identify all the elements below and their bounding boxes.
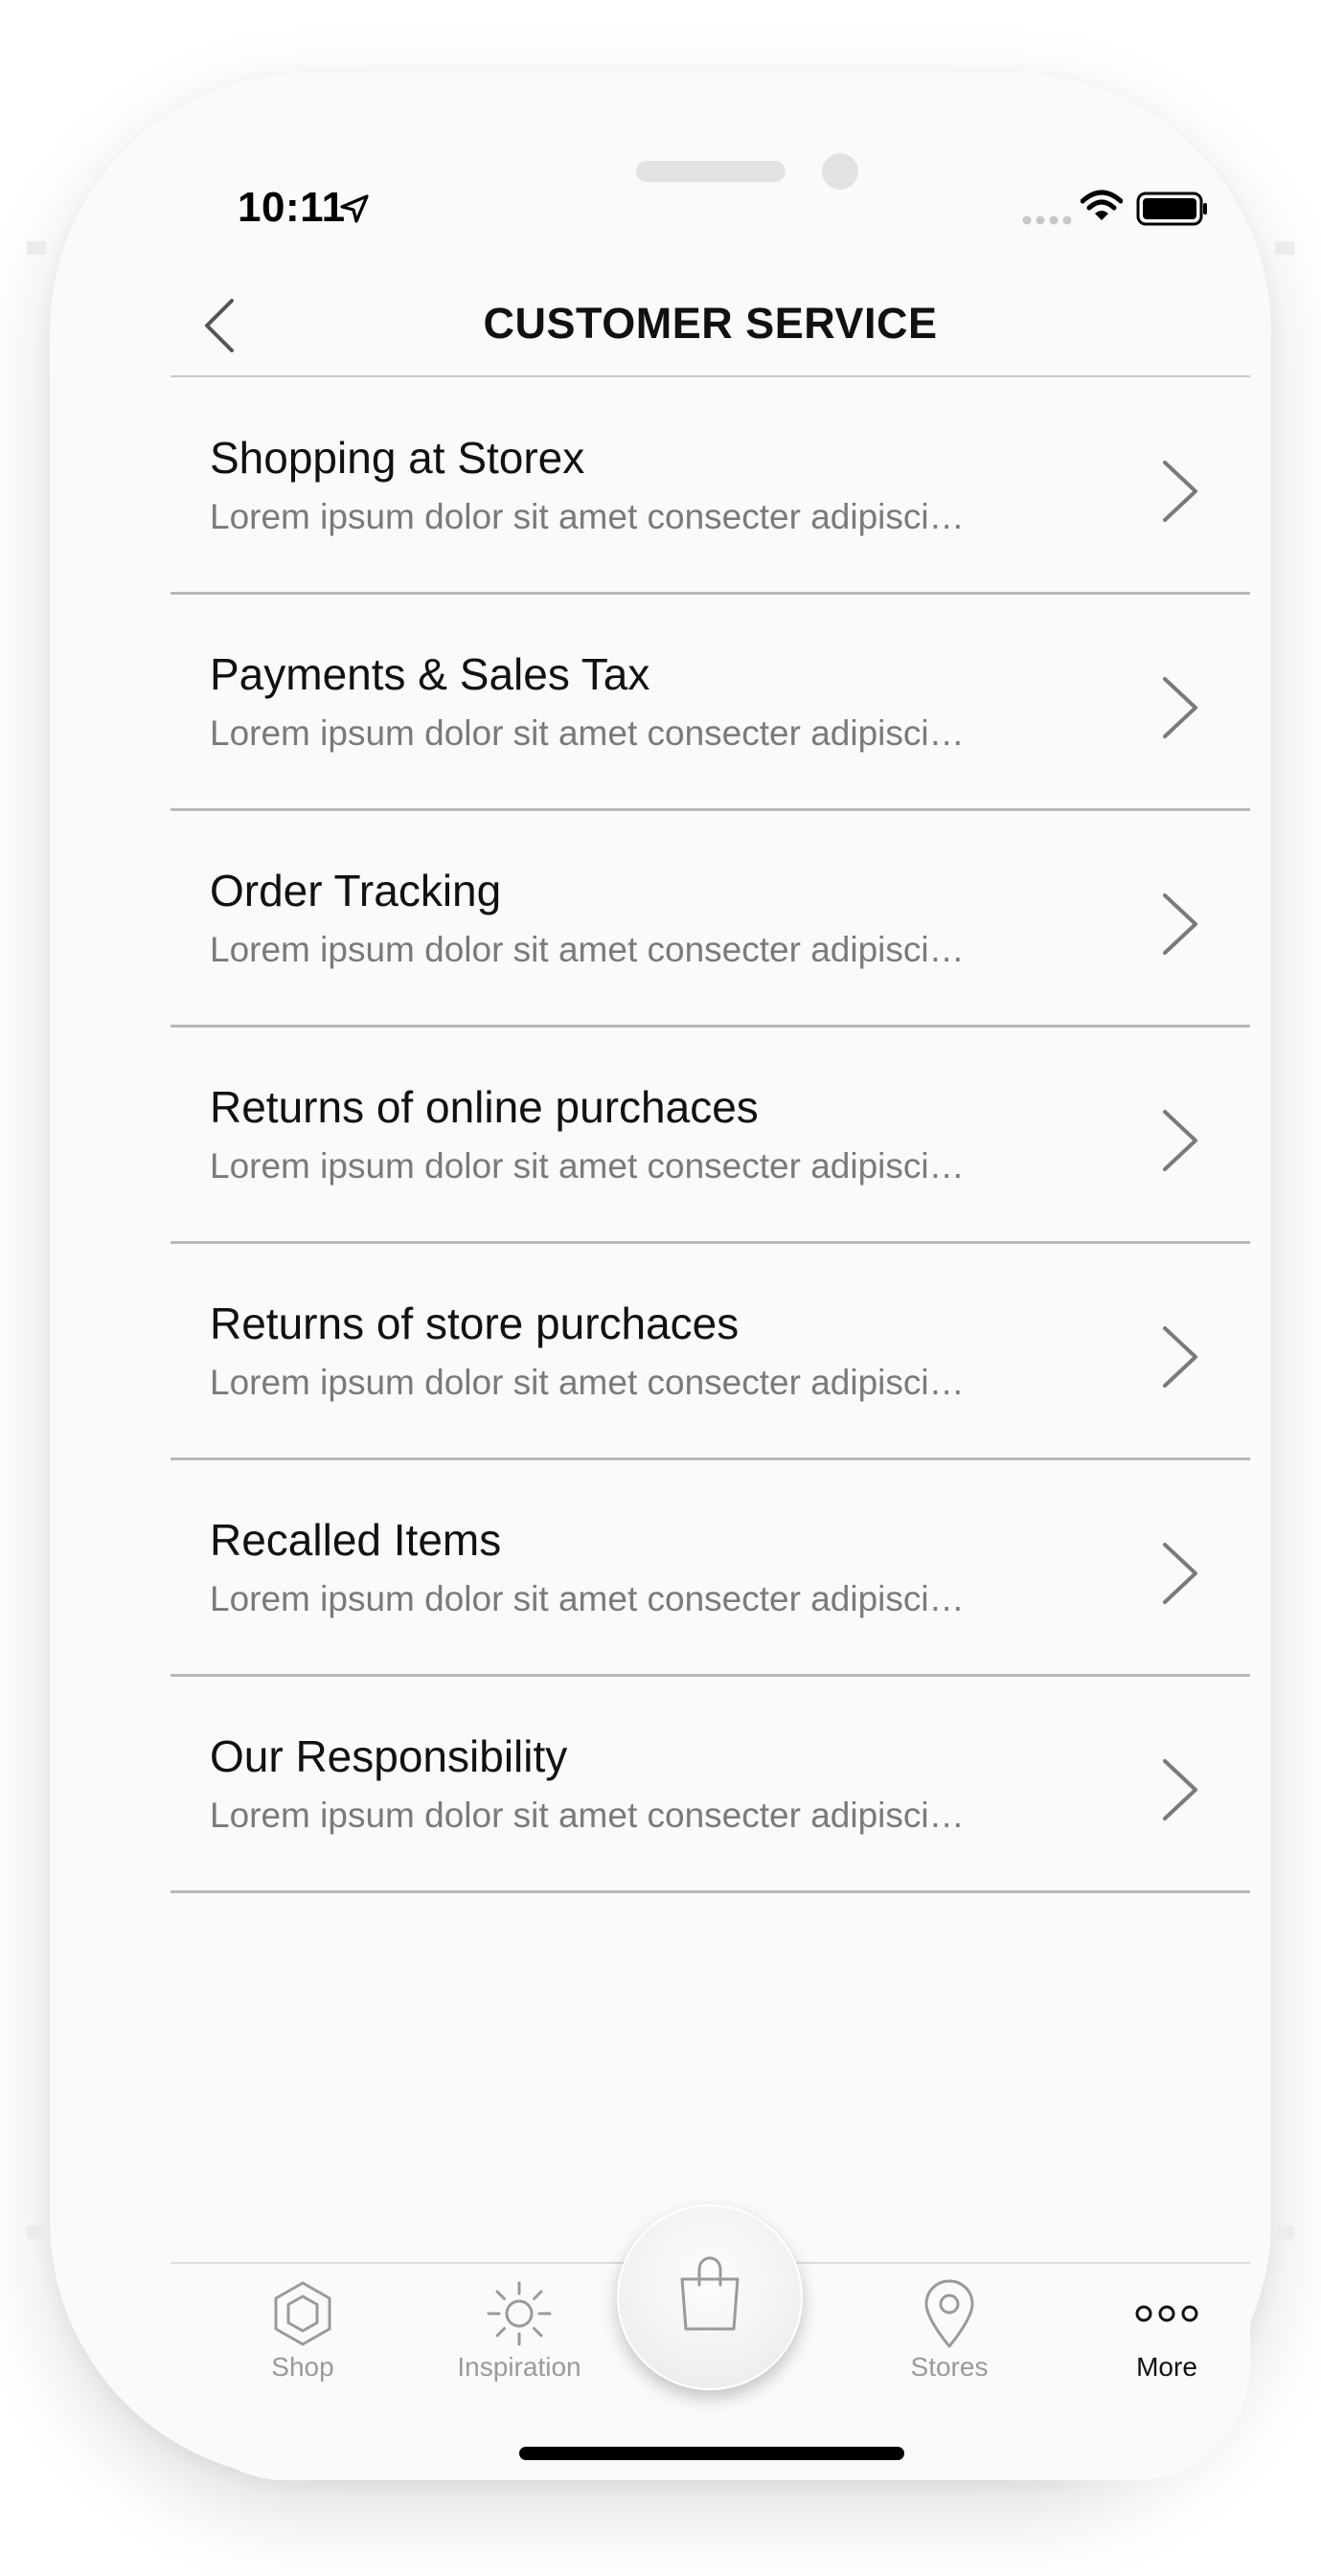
front-camera [822, 153, 858, 190]
chevron-right-icon [1163, 1543, 1197, 1604]
more-dots-icon [1135, 2305, 1198, 2322]
chevron-right-icon [1163, 1759, 1197, 1820]
wifi-icon [1081, 190, 1123, 220]
sun-icon [487, 2281, 552, 2346]
tab-label: Stores [910, 2352, 989, 2382]
navigation-bar: CUSTOMER SERVICE [171, 270, 1250, 377]
list-item[interactable]: Our Responsibility Lorem ipsum dolor sit… [171, 1677, 1250, 1893]
page-title: CUSTOMER SERVICE [483, 299, 938, 348]
tab-more[interactable]: More [1071, 2264, 1250, 2407]
customer-service-list: Shopping at Storex Lorem ipsum dolor sit… [171, 378, 1250, 1893]
list-item-subtitle: Lorem ipsum dolor sit amet consecter adi… [210, 1796, 965, 1835]
shopping-bag-icon [680, 2256, 740, 2331]
tab-label: More [1136, 2352, 1197, 2382]
location-arrow-icon [340, 194, 369, 223]
screen: 10:11 CUSTOMER SERVICE Shopping at Store… [171, 146, 1250, 2480]
list-item-subtitle: Lorem ipsum dolor sit amet consecter adi… [210, 1146, 965, 1186]
home-indicator[interactable] [519, 2447, 904, 2460]
list-item[interactable]: Order Tracking Lorem ipsum dolor sit ame… [171, 811, 1250, 1028]
list-item[interactable]: Payments & Sales Tax Lorem ipsum dolor s… [171, 595, 1250, 811]
list-item-title: Returns of online purchaces [210, 1082, 759, 1132]
list-item-title: Shopping at Storex [210, 433, 585, 483]
side-button-right-bottom [1275, 2226, 1294, 2239]
shopping-bag-button[interactable] [617, 2204, 803, 2390]
list-item[interactable]: Shopping at Storex Lorem ipsum dolor sit… [171, 378, 1250, 595]
location-pin-icon [924, 2279, 974, 2348]
chevron-right-icon [1163, 677, 1197, 738]
phone-frame: 10:11 CUSTOMER SERVICE Shopping at Store… [27, 73, 1294, 2480]
side-button-left-top [27, 241, 46, 255]
tab-shop[interactable]: Shop [207, 2264, 399, 2407]
list-item-subtitle: Lorem ipsum dolor sit amet consecter adi… [210, 713, 965, 753]
chevron-right-icon [1163, 893, 1197, 955]
cellular-signal-icon [1022, 215, 1072, 225]
side-button-left-bottom [27, 2226, 46, 2239]
list-item-subtitle: Lorem ipsum dolor sit amet consecter adi… [210, 497, 965, 536]
list-item-subtitle: Lorem ipsum dolor sit amet consecter adi… [210, 1363, 965, 1402]
list-item[interactable]: Returns of store purchaces Lorem ipsum d… [171, 1244, 1250, 1460]
side-button-right-top [1275, 241, 1294, 255]
list-item-title: Payments & Sales Tax [210, 649, 650, 699]
list-item-subtitle: Lorem ipsum dolor sit amet consecter adi… [210, 930, 965, 969]
battery-icon [1136, 192, 1207, 226]
tab-label: Shop [271, 2352, 334, 2382]
chevron-right-icon [1163, 1110, 1197, 1171]
tab-label: Inspiration [457, 2352, 581, 2382]
list-item-title: Our Responsibility [210, 1731, 568, 1781]
list-item-title: Recalled Items [210, 1515, 502, 1565]
chevron-right-icon [1163, 1326, 1197, 1388]
list-item-title: Returns of store purchaces [210, 1299, 740, 1348]
tab-inspiration[interactable]: Inspiration [423, 2264, 615, 2407]
status-time: 10:11 [238, 184, 346, 231]
chevron-right-icon [1163, 461, 1197, 522]
list-item-title: Order Tracking [210, 866, 502, 915]
list-item-subtitle: Lorem ipsum dolor sit amet consecter adi… [210, 1579, 965, 1618]
tab-stores[interactable]: Stores [854, 2264, 1045, 2407]
list-item[interactable]: Recalled Items Lorem ipsum dolor sit ame… [171, 1460, 1250, 1677]
speaker-grille [636, 161, 786, 182]
hexagon-icon [274, 2281, 331, 2346]
list-item[interactable]: Returns of online purchaces Lorem ipsum … [171, 1028, 1250, 1244]
